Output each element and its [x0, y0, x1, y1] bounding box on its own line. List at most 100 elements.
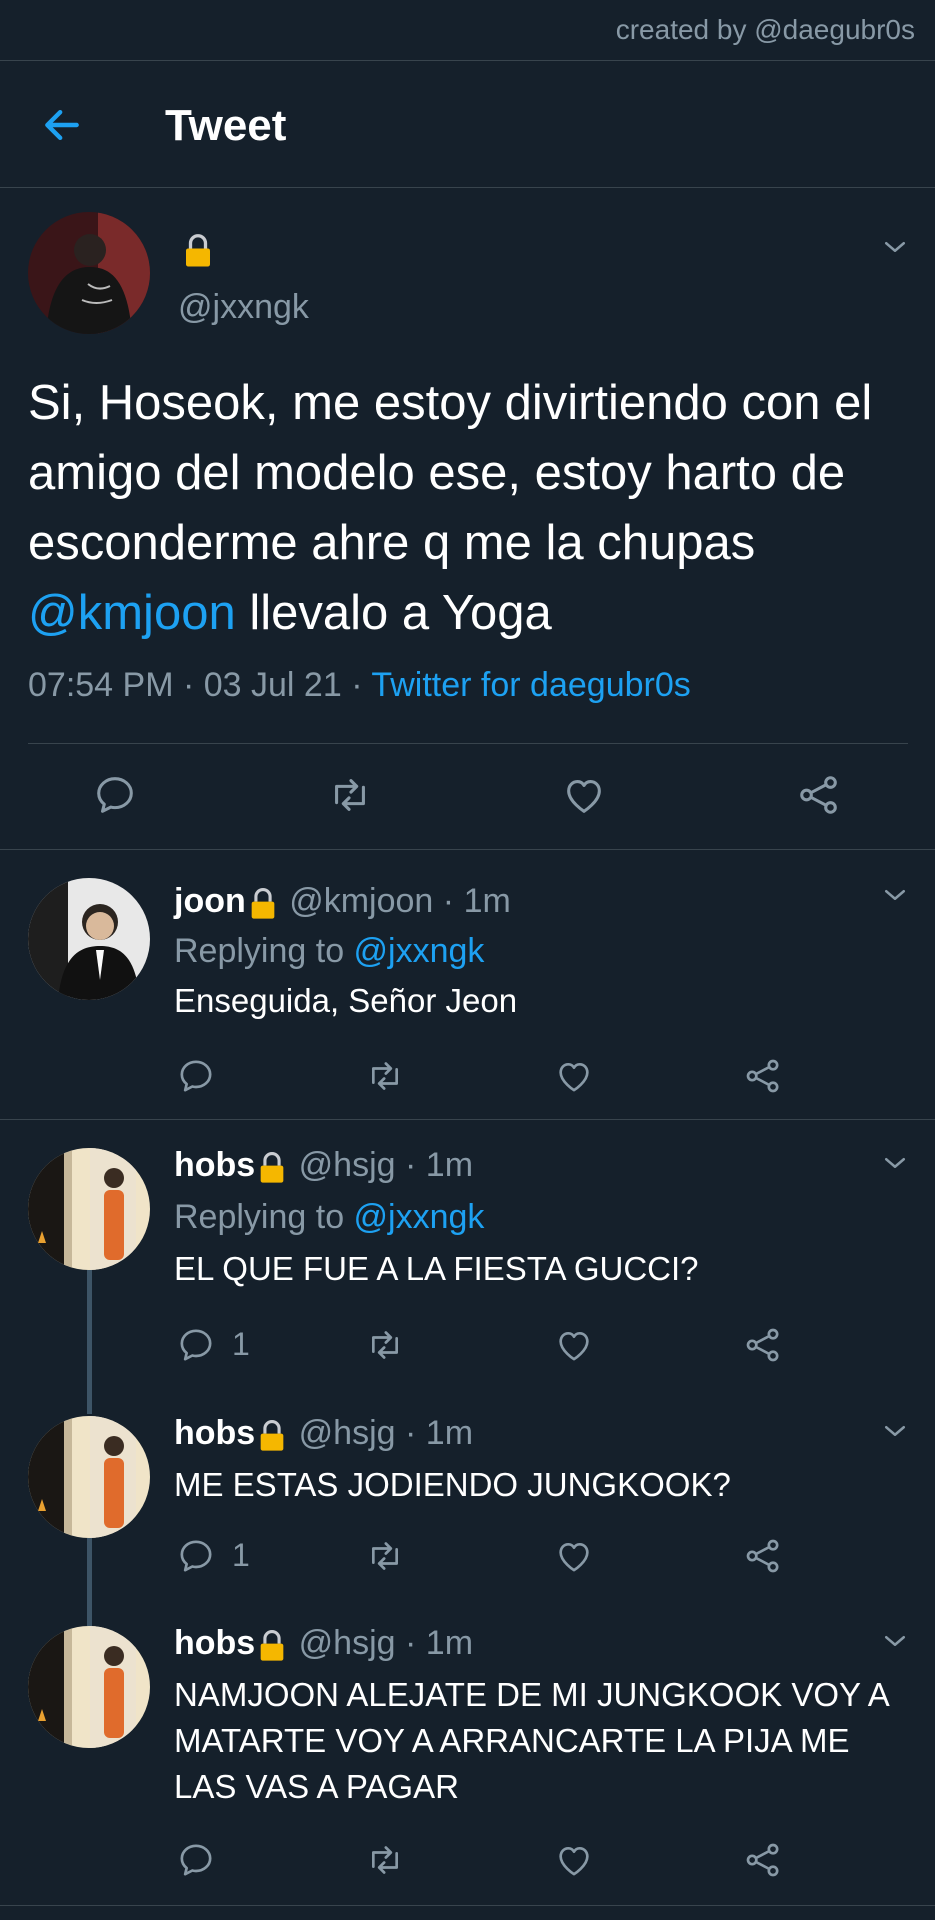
reply-icon: [176, 1840, 216, 1880]
mention-link[interactable]: @kmjoon: [28, 586, 236, 640]
reply-text: Enseguida, Señor Jeon: [174, 982, 518, 1019]
reply-time: 1m: [425, 1146, 474, 1184]
chevron-down-icon[interactable]: [880, 880, 910, 910]
author-name[interactable]: joon: [174, 882, 246, 920]
reply-header: joon @kmjoon · 1m: [174, 882, 511, 920]
reply-time: 1m: [425, 1414, 474, 1452]
like-button[interactable]: [554, 1840, 594, 1880]
share-icon: [743, 1536, 783, 1576]
reply-tweet: hobs @hsjg · 1m ME ESTAS JODIENDO JUNGKO…: [0, 1388, 935, 1598]
author-handle[interactable]: @kmjoon: [289, 882, 433, 920]
share-button[interactable]: [743, 1536, 783, 1576]
like-button[interactable]: [554, 1056, 594, 1096]
share-icon: [743, 1056, 783, 1096]
chevron-down-icon[interactable]: [880, 1416, 910, 1446]
share-icon: [796, 772, 842, 818]
author-handle[interactable]: @jxxngk: [178, 288, 309, 327]
reply-time: 1m: [425, 1624, 474, 1662]
lock-icon: [255, 1418, 289, 1452]
like-button[interactable]: [554, 1536, 594, 1576]
reply-text: ME ESTAS JODIENDO JUNGKOOK?: [174, 1466, 731, 1503]
retweet-icon: [365, 1840, 405, 1880]
reply-tweet: hobs @hsjg · 1m Replying to @jxxngk EL Q…: [0, 1120, 935, 1388]
reply-icon: [176, 1325, 216, 1365]
reply-button[interactable]: [176, 1536, 216, 1576]
reply-icon: [176, 1536, 216, 1576]
replying-label: Replying to: [174, 1198, 354, 1236]
retweet-icon: [365, 1536, 405, 1576]
like-button[interactable]: [561, 772, 607, 818]
avatar[interactable]: [28, 1626, 150, 1748]
chevron-down-icon[interactable]: [880, 232, 910, 262]
author-name[interactable]: hobs: [174, 1414, 255, 1452]
page-title: Tweet: [165, 101, 287, 150]
like-icon: [554, 1325, 594, 1365]
avatar[interactable]: [28, 1416, 150, 1538]
replying-to-link[interactable]: @jxxngk: [354, 1198, 485, 1236]
retweet-icon: [365, 1325, 405, 1365]
tweet-text-end: llevalo a Yoga: [235, 586, 552, 640]
avatar[interactable]: [28, 878, 150, 1000]
main-tweet: @jxxngk Si, Hoseok, me estoy divirtiendo…: [0, 188, 935, 850]
retweet-icon: [327, 772, 373, 818]
reply-tweet: joon @kmjoon · 1m Replying to @jxxngk En…: [0, 850, 935, 1120]
share-button[interactable]: [743, 1840, 783, 1880]
share-icon: [743, 1840, 783, 1880]
author-handle[interactable]: @hsjg: [299, 1624, 396, 1662]
replying-to: Replying to @jxxngk: [174, 932, 484, 971]
retweet-icon: [365, 1056, 405, 1096]
avatar[interactable]: [28, 212, 150, 334]
tweet-date: 03 Jul 21: [203, 666, 342, 704]
reply-button[interactable]: [92, 772, 138, 818]
divider: [28, 743, 908, 744]
replying-to: Replying to @jxxngk: [174, 1198, 484, 1237]
lock-icon: [246, 886, 280, 920]
share-button[interactable]: [796, 772, 842, 818]
reply-text: NAMJOON ALEJATE DE MI JUNGKOOK VOY A MAT…: [174, 1676, 888, 1805]
tweet-meta: 07:54 PM · 03 Jul 21 · Twitter for daegu…: [28, 666, 691, 705]
author-name[interactable]: hobs: [174, 1624, 255, 1662]
reply-header: hobs @hsjg · 1m: [174, 1624, 474, 1662]
like-icon: [554, 1536, 594, 1576]
tweet-source[interactable]: Twitter for daegubr0s: [371, 666, 690, 704]
replying-to-link[interactable]: @jxxngk: [354, 932, 485, 970]
reply-text: EL QUE FUE A LA FIESTA GUCCI?: [174, 1250, 699, 1287]
reply-button[interactable]: [176, 1325, 216, 1365]
reply-count: 1: [232, 1537, 250, 1573]
retweet-button[interactable]: [365, 1840, 405, 1880]
author-name[interactable]: hobs: [174, 1146, 255, 1184]
share-icon: [743, 1325, 783, 1365]
author-handle[interactable]: @hsjg: [299, 1414, 396, 1452]
chevron-down-icon[interactable]: [880, 1626, 910, 1656]
retweet-button[interactable]: [365, 1325, 405, 1365]
tweet-time: 07:54 PM: [28, 666, 174, 704]
like-button[interactable]: [554, 1325, 594, 1365]
avatar[interactable]: [28, 1148, 150, 1270]
reply-tweet: hobs @hsjg · 1m NAMJOON ALEJATE DE MI JU…: [0, 1598, 935, 1905]
replying-label: Replying to: [174, 932, 354, 970]
reply-time: 1m: [463, 882, 511, 920]
retweet-button[interactable]: [365, 1536, 405, 1576]
retweet-button[interactable]: [327, 772, 373, 818]
reply-header: hobs @hsjg · 1m: [174, 1146, 474, 1184]
like-icon: [554, 1056, 594, 1096]
reply-button[interactable]: [176, 1056, 216, 1096]
share-button[interactable]: [743, 1056, 783, 1096]
reply-icon: [92, 772, 138, 818]
author-handle[interactable]: @hsjg: [299, 1146, 396, 1184]
meta-separator: ·: [341, 666, 372, 704]
share-button[interactable]: [743, 1325, 783, 1365]
top-bar: Tweet: [0, 60, 935, 188]
lock-icon: [180, 232, 216, 268]
like-icon: [554, 1840, 594, 1880]
lock-icon: [255, 1150, 289, 1184]
reply-button[interactable]: [176, 1840, 216, 1880]
back-arrow-icon[interactable]: [40, 103, 84, 147]
chevron-down-icon[interactable]: [880, 1148, 910, 1178]
meta-separator: ·: [173, 666, 204, 704]
reply-header: hobs @hsjg · 1m: [174, 1414, 474, 1452]
lock-icon: [255, 1628, 289, 1662]
retweet-button[interactable]: [365, 1056, 405, 1096]
reply-count: 1: [232, 1326, 250, 1362]
tweet-text-start: Si, Hoseok, me estoy divirtiendo con el …: [28, 376, 873, 570]
